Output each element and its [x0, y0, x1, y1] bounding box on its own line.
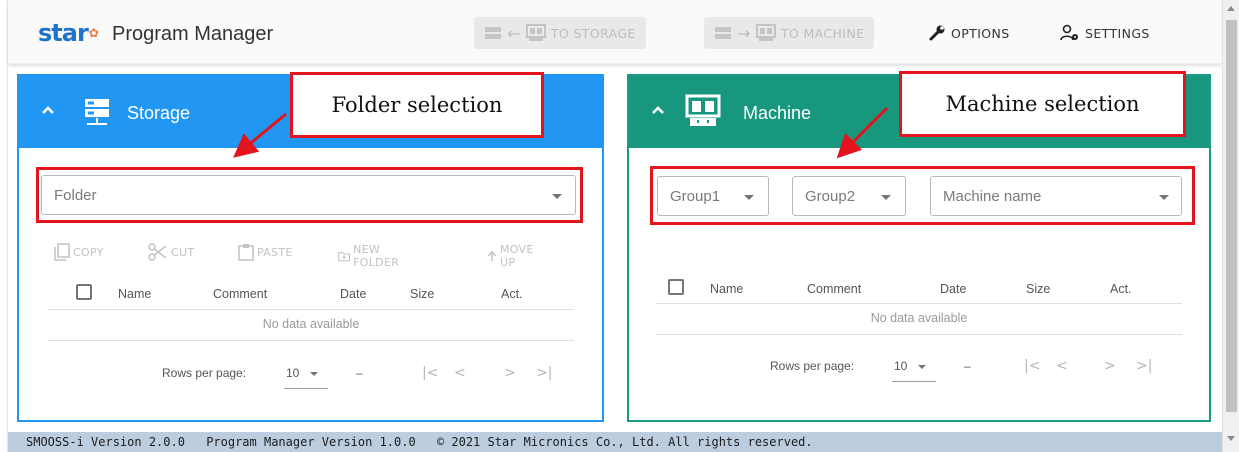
empty-message: No data available	[870, 311, 968, 325]
machine-pagination: Rows per page: 10 – |< < > >|	[770, 355, 1190, 382]
copyright-text: © 2021 Star Micronics Co., Ltd. All righ…	[436, 435, 813, 449]
divider	[48, 309, 574, 310]
column-size: Size	[1026, 282, 1051, 296]
window-left-edge	[0, 0, 8, 452]
chevron-up-icon[interactable]	[41, 105, 55, 115]
rows-per-page-label: Rows per page:	[162, 366, 247, 380]
paste-label: PASTE	[257, 245, 293, 259]
empty-message: No data available	[262, 317, 360, 331]
chevron-down-icon	[310, 372, 318, 376]
last-page-icon[interactable]: >|	[1136, 358, 1152, 374]
page-range: –	[356, 366, 363, 380]
machine-icon	[525, 24, 546, 41]
to-storage-label: TO STORAGE	[550, 25, 636, 41]
column-act: Act.	[1110, 282, 1132, 296]
divider	[656, 334, 1182, 335]
page-range: –	[964, 359, 971, 373]
machine-selection-callout: Machine selection	[899, 71, 1186, 137]
first-page-icon[interactable]: |<	[422, 365, 438, 381]
to-storage-button[interactable]: ← TO STORAGE	[474, 17, 646, 49]
divider	[656, 303, 1182, 304]
next-page-icon[interactable]: >	[504, 365, 516, 381]
select-underline	[284, 388, 328, 389]
to-machine-button[interactable]: → TO MACHINE	[704, 17, 875, 49]
column-act: Act.	[501, 287, 523, 301]
settings-button[interactable]: SETTINGS	[1060, 17, 1150, 49]
new-folder-icon	[338, 252, 350, 262]
options-label: OPTIONS	[951, 25, 1010, 41]
column-name: Name	[118, 287, 152, 301]
arrow-up-icon	[487, 250, 497, 261]
cut-button[interactable]: CUT	[148, 243, 194, 261]
chevron-down-icon	[918, 365, 926, 369]
column-date: Date	[340, 287, 367, 301]
scroll-down-icon[interactable]	[1227, 436, 1235, 441]
rows-per-page-label: Rows per page:	[770, 359, 855, 373]
rows-per-page-select[interactable]: 10	[894, 359, 907, 373]
scroll-thumb[interactable]	[1226, 20, 1237, 412]
move-up-label: MOVE UP	[500, 243, 534, 269]
settings-label: SETTINGS	[1085, 25, 1150, 41]
copy-button[interactable]: COPY	[54, 243, 104, 261]
select-all-checkbox[interactable]	[76, 284, 92, 300]
new-folder-label: NEW FOLDER	[353, 243, 400, 269]
status-footer: SMOOSS-i Version 2.0.0 Program Manager V…	[8, 432, 1222, 452]
prev-page-icon[interactable]: <	[1056, 358, 1068, 374]
last-page-icon[interactable]: >|	[536, 365, 552, 381]
copy-label: COPY	[73, 245, 104, 259]
scissors-icon	[148, 243, 167, 261]
to-machine-label: TO MACHINE	[780, 25, 865, 41]
next-page-icon[interactable]: >	[1104, 358, 1116, 374]
storage-pagination: Rows per page: 10 – |< < > >|	[162, 362, 582, 389]
program-manager-version: Program Manager Version 1.0.0	[206, 435, 416, 449]
column-name: Name	[710, 282, 744, 296]
cut-label: CUT	[171, 245, 195, 259]
column-comment: Comment	[807, 282, 862, 296]
machine-highlight-box	[650, 166, 1195, 225]
column-comment: Comment	[213, 287, 268, 301]
machine-title: Machine	[743, 103, 812, 123]
app-bar: star✿ Program Manager ← TO STORAGE → TO …	[8, 0, 1222, 64]
select-all-checkbox[interactable]	[668, 279, 684, 295]
app-title: Program Manager	[112, 23, 274, 45]
user-settings-icon	[1060, 24, 1078, 41]
scroll-up-icon[interactable]	[1227, 6, 1235, 11]
storage-title: Storage	[127, 103, 191, 123]
arrow-left-icon: ←	[507, 23, 521, 43]
star-logo: star✿	[38, 19, 99, 47]
prev-page-icon[interactable]: <	[454, 365, 466, 381]
folder-highlight-box	[36, 167, 583, 223]
options-button[interactable]: OPTIONS	[928, 17, 1010, 49]
first-page-icon[interactable]: |<	[1024, 358, 1040, 374]
storage-icon	[485, 27, 501, 39]
divider	[48, 340, 574, 341]
paste-button[interactable]: PASTE	[238, 243, 293, 261]
machine-icon	[685, 94, 721, 126]
vertical-scrollbar[interactable]	[1222, 0, 1239, 452]
storage-icon	[85, 99, 109, 125]
folder-selection-callout: Folder selection	[290, 72, 544, 138]
move-up-button[interactable]: MOVE UP	[487, 243, 538, 269]
select-underline	[892, 381, 936, 382]
new-folder-button[interactable]: NEW FOLDER	[338, 243, 405, 269]
arrow-right-icon: →	[737, 23, 751, 43]
column-date: Date	[940, 282, 967, 296]
wrench-icon	[929, 25, 945, 41]
storage-icon	[715, 27, 731, 39]
copy-icon	[54, 243, 70, 261]
smooss-version: SMOOSS-i Version 2.0.0	[26, 435, 185, 449]
column-size: Size	[410, 287, 435, 301]
rows-per-page-select[interactable]: 10	[286, 366, 299, 380]
storage-table-header: Name Comment Date Size Act.	[48, 283, 574, 305]
clipboard-icon	[238, 244, 254, 261]
chevron-up-icon[interactable]	[651, 105, 665, 115]
machine-icon	[755, 24, 776, 41]
machine-table-header: Name Comment Date Size Act.	[656, 278, 1182, 300]
